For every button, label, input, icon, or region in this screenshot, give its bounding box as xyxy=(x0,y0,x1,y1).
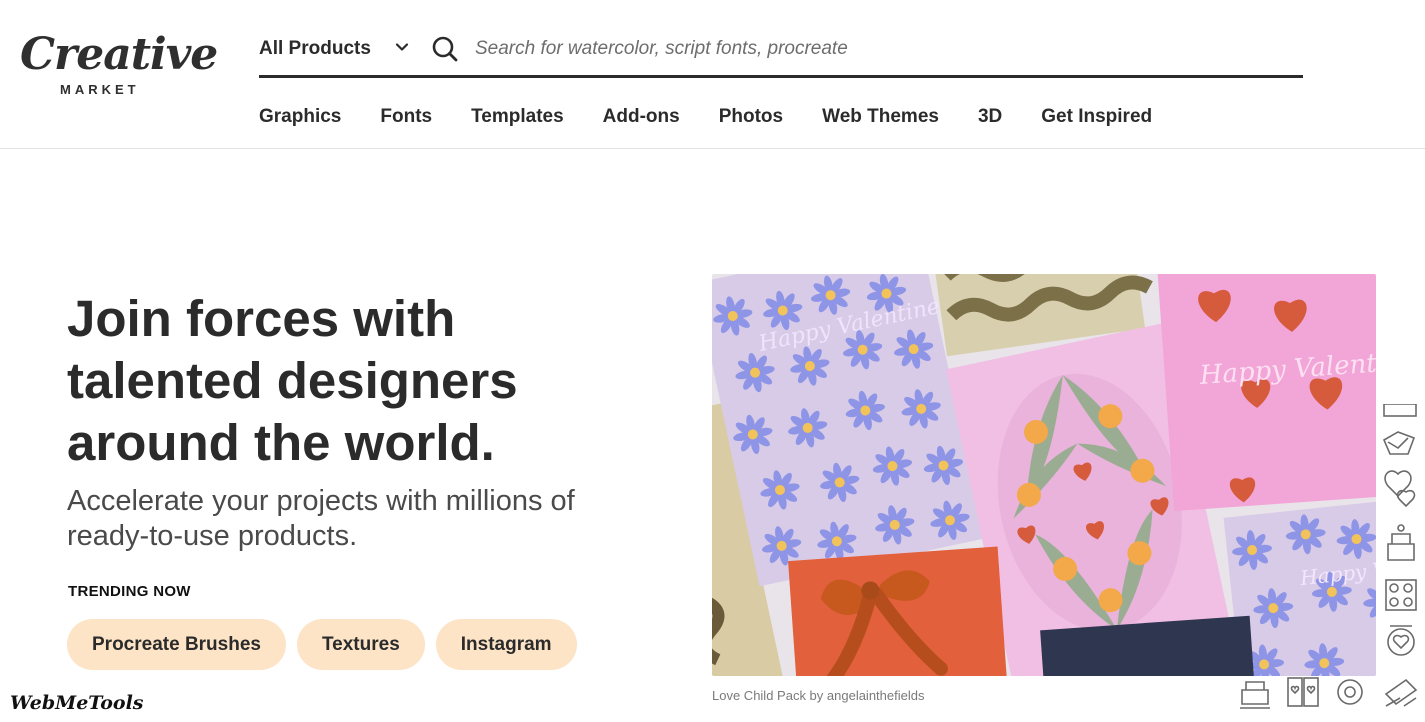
watermark: WebMeTools xyxy=(10,692,144,714)
nav-graphics[interactable]: Graphics xyxy=(259,106,341,132)
hero-image-caption[interactable]: Love Child Pack by angelainthefields xyxy=(712,688,924,703)
hero-title: Join forces with talented designers arou… xyxy=(67,290,518,471)
decorative-doodles-bottom xyxy=(1240,677,1363,709)
site-header: Creative MARKET All Products Graphics Fo… xyxy=(0,0,1425,149)
trending-pills: Procreate Brushes Textures Instagram xyxy=(67,619,588,670)
nav-get-inspired[interactable]: Get Inspired xyxy=(1041,106,1152,132)
trending-pill-procreate-brushes[interactable]: Procreate Brushes xyxy=(67,619,286,670)
logo[interactable]: Creative MARKET xyxy=(20,29,218,102)
hero-subtitle: Accelerate your projects with millions o… xyxy=(67,485,575,552)
nav-3d[interactable]: 3D xyxy=(978,106,1002,132)
hero-image[interactable]: Happy Valentines Happy Valentines Happy … xyxy=(712,274,1376,676)
nav-templates[interactable]: Templates xyxy=(471,106,564,132)
search-bar: All Products xyxy=(259,28,1303,78)
search-icon[interactable] xyxy=(431,35,459,63)
search-input[interactable] xyxy=(475,34,1275,64)
nav-fonts[interactable]: Fonts xyxy=(380,106,432,132)
category-nav: Graphics Fonts Templates Add-ons Photos … xyxy=(259,106,1191,132)
trending-label: TRENDING NOW xyxy=(68,583,191,600)
trending-pill-textures[interactable]: Textures xyxy=(296,619,425,670)
nav-add-ons[interactable]: Add-ons xyxy=(603,106,680,132)
chevron-down-icon[interactable] xyxy=(395,40,409,54)
decorative-doodles xyxy=(1382,404,1418,707)
logo-script: Creative xyxy=(20,29,218,80)
nav-web-themes[interactable]: Web Themes xyxy=(822,106,939,132)
trending-pill-instagram[interactable]: Instagram xyxy=(435,619,577,670)
nav-photos[interactable]: Photos xyxy=(719,106,783,132)
logo-sub: MARKET xyxy=(60,82,140,97)
greeting-cards-illustration: Happy Valentines Happy Valentines Happy … xyxy=(712,274,1376,676)
category-dropdown[interactable]: All Products xyxy=(259,38,371,60)
